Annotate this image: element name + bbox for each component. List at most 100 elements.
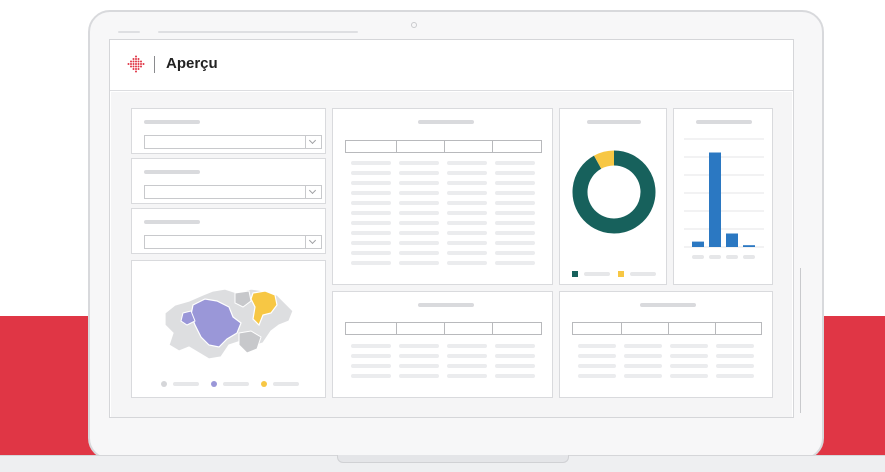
- switzerland-map[interactable]: [155, 275, 305, 363]
- donut-slice[interactable]: [594, 150, 615, 169]
- table-cell-placeholder: [399, 201, 439, 205]
- table-cell-placeholder: [399, 211, 439, 215]
- table-cell-placeholder: [399, 251, 439, 255]
- table-cell-placeholder: [495, 354, 535, 358]
- table-cell-placeholder: [447, 181, 487, 185]
- table-cell-placeholder: [399, 364, 439, 368]
- donut-chart[interactable]: [571, 149, 657, 235]
- table-body: [578, 344, 762, 394]
- tick-label-placeholder: [726, 255, 738, 259]
- table-column: [492, 323, 493, 334]
- legend-dot: [261, 381, 267, 387]
- table-cell-placeholder: [624, 354, 662, 358]
- table-cell-placeholder: [399, 181, 439, 185]
- filter-select[interactable]: [144, 235, 322, 249]
- table-header: [572, 322, 762, 335]
- table-cell-placeholder: [447, 221, 487, 225]
- table-cell-placeholder: [670, 354, 708, 358]
- legend-label-placeholder: [630, 272, 656, 276]
- table-cell-placeholder: [495, 231, 535, 235]
- table-cell-placeholder: [495, 201, 535, 205]
- table-cell-placeholder: [447, 374, 487, 378]
- legend-label-placeholder: [173, 382, 199, 386]
- table-body: [351, 161, 541, 271]
- table-cell-placeholder: [351, 161, 391, 165]
- table-header: [345, 140, 542, 153]
- table-cell-placeholder: [399, 241, 439, 245]
- bezel-line: [118, 31, 140, 33]
- bar-chart-card: [673, 108, 773, 285]
- bar[interactable]: [709, 152, 721, 248]
- tick-label-placeholder: [709, 255, 721, 259]
- table-column: [715, 323, 716, 334]
- table-cell-placeholder: [399, 374, 439, 378]
- legend-swatch: [618, 271, 624, 277]
- table-cell-placeholder: [351, 241, 391, 245]
- table-cell-placeholder: [578, 374, 616, 378]
- bar[interactable]: [692, 241, 704, 247]
- legend-dot: [161, 381, 167, 387]
- tick-label-placeholder: [692, 255, 704, 259]
- table-cell-placeholder: [399, 261, 439, 265]
- table-cell-placeholder: [495, 344, 535, 348]
- donut-chart-card: [559, 108, 667, 285]
- table-title-placeholder: [418, 303, 474, 307]
- filter-label-placeholder: [144, 170, 200, 174]
- table-cell-placeholder: [578, 364, 616, 368]
- table-cell-placeholder: [495, 241, 535, 245]
- legend-dot: [211, 381, 217, 387]
- table-cell-placeholder: [716, 374, 754, 378]
- table-column: [621, 323, 622, 334]
- filter-select[interactable]: [144, 185, 322, 199]
- scrollbar[interactable]: [800, 268, 801, 413]
- table-cell-placeholder: [495, 221, 535, 225]
- table-cell-placeholder: [624, 364, 662, 368]
- table-column: [668, 323, 669, 334]
- filter-select[interactable]: [144, 135, 322, 149]
- table-cell-placeholder: [716, 354, 754, 358]
- chart-title-placeholder: [696, 120, 752, 124]
- table-card: [559, 291, 773, 398]
- filter-label-placeholder: [144, 220, 200, 224]
- bar[interactable]: [743, 245, 755, 247]
- page-title: Aperçu: [166, 55, 218, 72]
- table-cell-placeholder: [399, 221, 439, 225]
- table-cell-placeholder: [399, 171, 439, 175]
- filter-card: [131, 158, 326, 204]
- table-cell-placeholder: [447, 171, 487, 175]
- chevron-down-icon: [305, 136, 321, 148]
- legend-swatch: [572, 271, 578, 277]
- legend-label-placeholder: [223, 382, 249, 386]
- bar[interactable]: [726, 233, 738, 248]
- table-cell-placeholder: [716, 364, 754, 368]
- legend-label-placeholder: [584, 272, 610, 276]
- bar-chart[interactable]: [684, 137, 764, 277]
- filter-label-placeholder: [144, 120, 200, 124]
- chart-title-placeholder: [587, 120, 641, 124]
- table-card: [332, 108, 553, 285]
- table-cell-placeholder: [447, 161, 487, 165]
- table-cell-placeholder: [495, 251, 535, 255]
- header-separator: [154, 56, 155, 73]
- table-cell-placeholder: [399, 344, 439, 348]
- table-cell-placeholder: [351, 211, 391, 215]
- table-cell-placeholder: [495, 374, 535, 378]
- legend-label-placeholder: [273, 382, 299, 386]
- table-cell-placeholder: [624, 374, 662, 378]
- table-cell-placeholder: [351, 354, 391, 358]
- table-column: [396, 141, 397, 152]
- table-cell-placeholder: [447, 251, 487, 255]
- donut-slice[interactable]: [572, 150, 656, 234]
- table-cell-placeholder: [351, 344, 391, 348]
- table-cell-placeholder: [351, 191, 391, 195]
- table-cell-placeholder: [495, 171, 535, 175]
- table-title-placeholder: [418, 120, 474, 124]
- table-cell-placeholder: [399, 231, 439, 235]
- diamond-dots-logo-icon[interactable]: [127, 55, 145, 73]
- table-cell-placeholder: [495, 161, 535, 165]
- table-cell-placeholder: [447, 241, 487, 245]
- laptop-notch: [337, 455, 569, 463]
- table-cell-placeholder: [351, 171, 391, 175]
- table-cell-placeholder: [399, 191, 439, 195]
- table-title-placeholder: [640, 303, 696, 307]
